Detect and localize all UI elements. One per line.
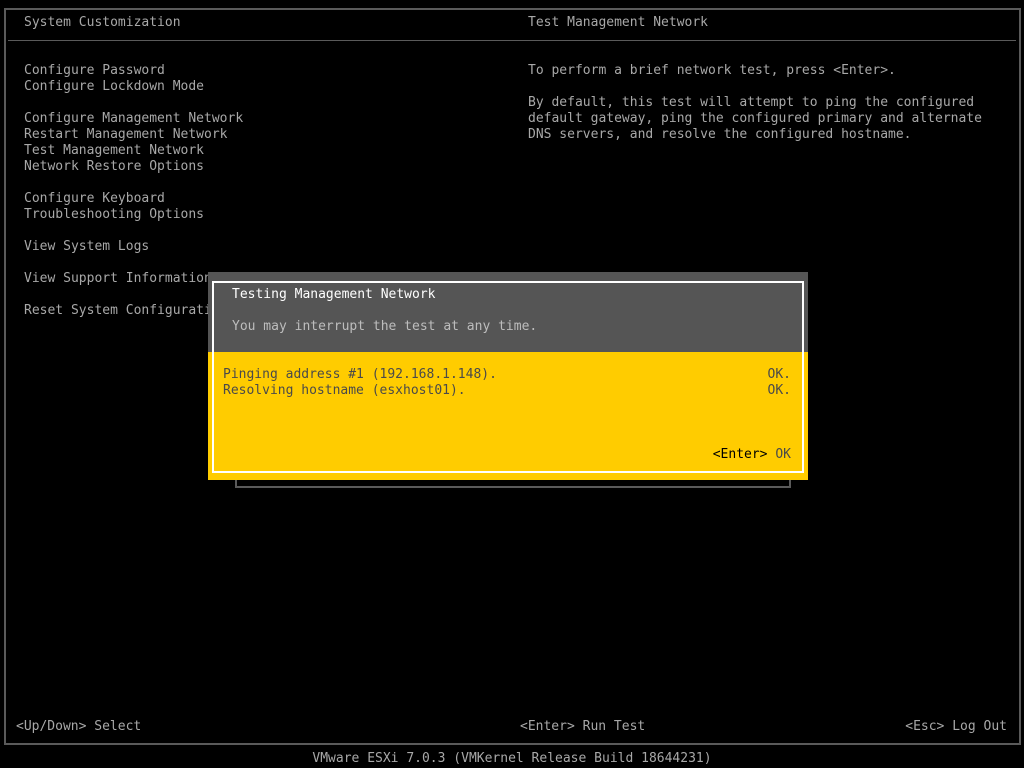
left-panel-title: System Customization [24,15,181,30]
menu-item-configure-lockdown-mode[interactable]: Configure Lockdown Mode [24,79,204,95]
menu-item-troubleshooting-options[interactable]: Troubleshooting Options [24,207,204,223]
menu-item-view-system-logs[interactable]: View System Logs [24,239,149,255]
hint-esc-log-out[interactable]: <Esc> Log Out [905,719,1007,735]
header-separator [8,40,1016,41]
hint-enter-run-test[interactable]: <Enter> Run Test [520,719,645,735]
ok-label: OK [775,447,791,462]
menu-item-configure-password[interactable]: Configure Password [24,63,165,79]
result-status: OK. [767,383,791,398]
result-status: OK. [767,367,791,382]
description-line: DNS servers, and resolve the configured … [528,127,912,142]
dialog-subtitle: You may interrupt the test at any time. [232,319,538,334]
enter-key-hint: <Enter> [712,447,768,462]
testing-network-dialog: Testing Management Network You may inter… [208,272,808,480]
hint-up-down-select: <Up/Down> Select [16,719,142,734]
run-test-instruction: To perform a brief network test, press <… [528,63,896,78]
menu-item-network-restore-options[interactable]: Network Restore Options [24,159,204,175]
menu-item-reset-system-configuration[interactable]: Reset System Configuration [24,303,228,319]
menu-item-view-support-information[interactable]: View Support Information [24,271,212,287]
version-footer: VMware ESXi 7.0.3 (VMKernel Release Buil… [312,751,712,766]
description-line: By default, this test will attempt to pi… [528,95,975,110]
menu-item-test-management-network[interactable]: Test Management Network [24,143,204,159]
ok-button[interactable]: <Enter> OK [713,447,791,463]
result-text: Resolving hostname (esxhost01). [223,383,466,398]
dialog-title: Testing Management Network [232,287,436,302]
result-text: Pinging address #1 (192.168.1.148). [223,367,497,382]
description-line: default gateway, ping the configured pri… [528,111,982,126]
menu-item-configure-keyboard[interactable]: Configure Keyboard [24,191,165,207]
menu-item-configure-management-network[interactable]: Configure Management Network [24,111,243,127]
right-panel-title: Test Management Network [528,15,709,30]
menu-item-restart-management-network[interactable]: Restart Management Network [24,127,228,143]
